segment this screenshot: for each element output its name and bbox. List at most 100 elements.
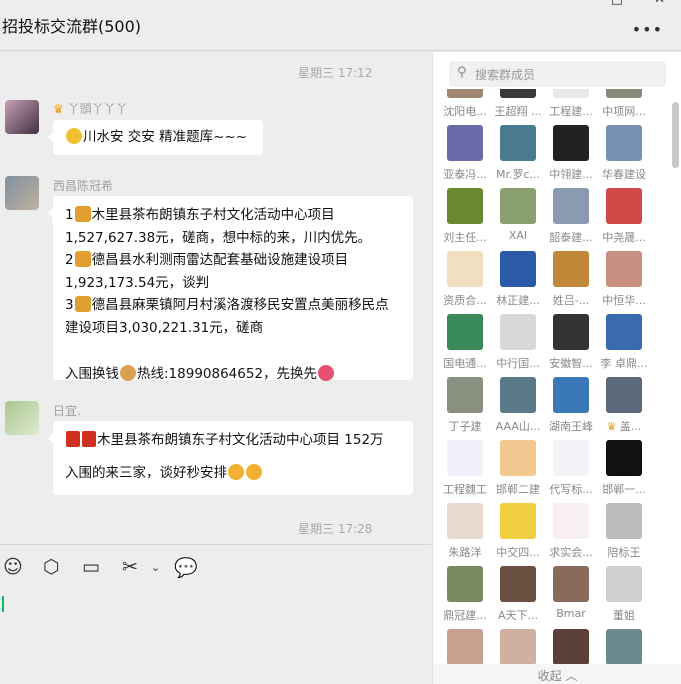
member-name: 陪标王: [594, 544, 654, 560]
member-item[interactable]: 国电通...: [435, 314, 495, 371]
hug-emoji-icon: [66, 128, 82, 144]
message-text: 入围换钱: [65, 366, 119, 382]
member-item[interactable]: 姓吕-...: [541, 251, 601, 308]
member-name: 朱路洋: [435, 544, 495, 560]
member-name: 中行国...: [488, 355, 548, 371]
member-name-text: AAA山...: [495, 420, 541, 433]
member-item[interactable]: 工程建...: [541, 89, 601, 119]
member-name: 王超翔 ...: [488, 103, 548, 119]
avatar[interactable]: [5, 176, 39, 210]
member-item[interactable]: ♛ 盖...: [594, 377, 654, 434]
member-name-text: 盖...: [619, 420, 642, 433]
member-item[interactable]: 鼎冠建...: [435, 566, 495, 623]
member-avatar: [553, 566, 589, 602]
member-name: 丁子建: [435, 418, 495, 434]
member-name: ♛ 盖...: [594, 418, 654, 434]
message-bubble[interactable]: 木里县茶布朗镇东子村文化活动中心项目 152万 入围的来三家，谈好秒安排: [48, 421, 413, 495]
member-name: 工程魏工: [435, 481, 495, 497]
member-name: A天下...: [488, 607, 548, 623]
chevron-down-icon[interactable]: ⌄: [151, 561, 160, 574]
member-avatar: [606, 629, 642, 664]
member-item[interactable]: [541, 629, 601, 664]
member-name: 邯郸二建: [488, 481, 548, 497]
member-item[interactable]: A天下...: [488, 566, 548, 623]
member-item[interactable]: 湖南王峰: [541, 377, 601, 434]
member-item[interactable]: Bmar: [541, 566, 601, 620]
member-name: XAI: [488, 229, 548, 242]
member-item[interactable]: 董姐: [594, 566, 654, 623]
message-bubble[interactable]: 1 木里县茶布朗镇东子村文化活动中心项目 1,527,627.38元，磋商，想中标…: [48, 196, 413, 382]
get-emoji-icon: [318, 365, 335, 381]
chat-bubble-icon[interactable]: 💬: [174, 556, 198, 579]
member-name: Bmar: [541, 607, 601, 620]
member-item[interactable]: 陪标王: [594, 503, 654, 560]
member-item[interactable]: 中尧晟...: [594, 188, 654, 245]
member-item[interactable]: 安徽智...: [541, 314, 601, 371]
member-item[interactable]: 朱路洋: [435, 503, 495, 560]
input-toolbar: ☺ ⬡ ▭ ✂ ⌄ 💬: [0, 556, 431, 584]
member-item[interactable]: AAA山...: [488, 377, 548, 434]
member-name-text: 工程魏工: [443, 483, 487, 496]
member-avatar: [447, 440, 483, 476]
member-item[interactable]: [594, 629, 654, 664]
member-item[interactable]: 求实会...: [541, 503, 601, 560]
member-item[interactable]: 中项网...: [594, 89, 654, 119]
member-name: 工程建...: [541, 103, 601, 119]
emoji-icon[interactable]: ☺: [3, 556, 23, 578]
member-item[interactable]: 李 卓鼎...: [594, 314, 654, 371]
scrollbar[interactable]: [672, 102, 679, 168]
message-text: 木里县茶布朗镇东子村文化活动中心项目 152万: [97, 432, 384, 448]
member-item[interactable]: 邯郸二建: [488, 440, 548, 497]
message-input[interactable]: [2, 596, 4, 612]
member-item[interactable]: 工程魏工: [435, 440, 495, 497]
member-item[interactable]: 邯郸一...: [594, 440, 654, 497]
more-options-button[interactable]: •••: [632, 20, 663, 39]
member-name-text: 沈阳电...: [443, 105, 487, 118]
member-item[interactable]: 韶泰建...: [541, 188, 601, 245]
scissors-icon[interactable]: ✂: [122, 556, 138, 578]
member-item[interactable]: 王超翔 ...: [488, 89, 548, 119]
member-item[interactable]: 丁子建: [435, 377, 495, 434]
member-name: 李 卓鼎...: [594, 355, 654, 371]
avatar[interactable]: [5, 100, 39, 134]
member-name-text: XAI: [508, 229, 528, 242]
member-item[interactable]: 亚泰冯...: [435, 125, 495, 182]
chat-title: 招投标交流群(500): [2, 17, 142, 36]
member-name-text: 资质合...: [443, 294, 487, 307]
member-name-text: 李 卓鼎...: [600, 357, 648, 370]
member-search-input[interactable]: ⚲ 搜索群成员: [449, 61, 666, 87]
member-item[interactable]: XAI: [488, 188, 548, 242]
folder-icon[interactable]: ▭: [82, 556, 100, 578]
member-item[interactable]: 林正建...: [488, 251, 548, 308]
close-icon[interactable]: ✕: [654, 0, 665, 7]
avatar[interactable]: [5, 401, 39, 435]
message-text: 木里县茶布朗镇东子村文化活动中心项目: [91, 207, 335, 223]
message-bubble[interactable]: 川水安 交安 精准题库~~~: [48, 120, 263, 155]
member-item[interactable]: 中行国...: [488, 314, 548, 371]
item-number: 3: [65, 297, 74, 313]
member-item[interactable]: [435, 629, 495, 664]
member-item[interactable]: 中恒华...: [594, 251, 654, 308]
collapse-button[interactable]: 收起 ︿: [433, 664, 681, 684]
member-name: 鼎冠建...: [435, 607, 495, 623]
member-item[interactable]: 代写标...: [541, 440, 601, 497]
member-item[interactable]: 刘主任...: [435, 188, 495, 245]
member-avatar: [447, 89, 483, 98]
member-item[interactable]: 沈阳电...: [435, 89, 495, 119]
member-avatar: [553, 188, 589, 224]
member-item[interactable]: 中翎建...: [541, 125, 601, 182]
member-item[interactable]: 华春建设: [594, 125, 654, 182]
member-name-text: 中翎建...: [549, 168, 593, 181]
member-name: Mr.罗c...: [488, 166, 548, 182]
member-item[interactable]: 资质合...: [435, 251, 495, 308]
member-item[interactable]: Mr.罗c...: [488, 125, 548, 182]
member-item[interactable]: [488, 629, 548, 664]
timestamp: 星期三 17:12: [298, 66, 373, 80]
member-item[interactable]: 中交四...: [488, 503, 548, 560]
maximize-icon[interactable]: □: [611, 0, 623, 7]
sticker-box-icon[interactable]: ⬡: [43, 556, 60, 578]
beer-emoji-icon: [74, 296, 91, 312]
member-avatar: [553, 314, 589, 350]
timestamp: 星期三 17:28: [298, 522, 373, 536]
member-name-text: Mr.罗c...: [495, 168, 541, 181]
